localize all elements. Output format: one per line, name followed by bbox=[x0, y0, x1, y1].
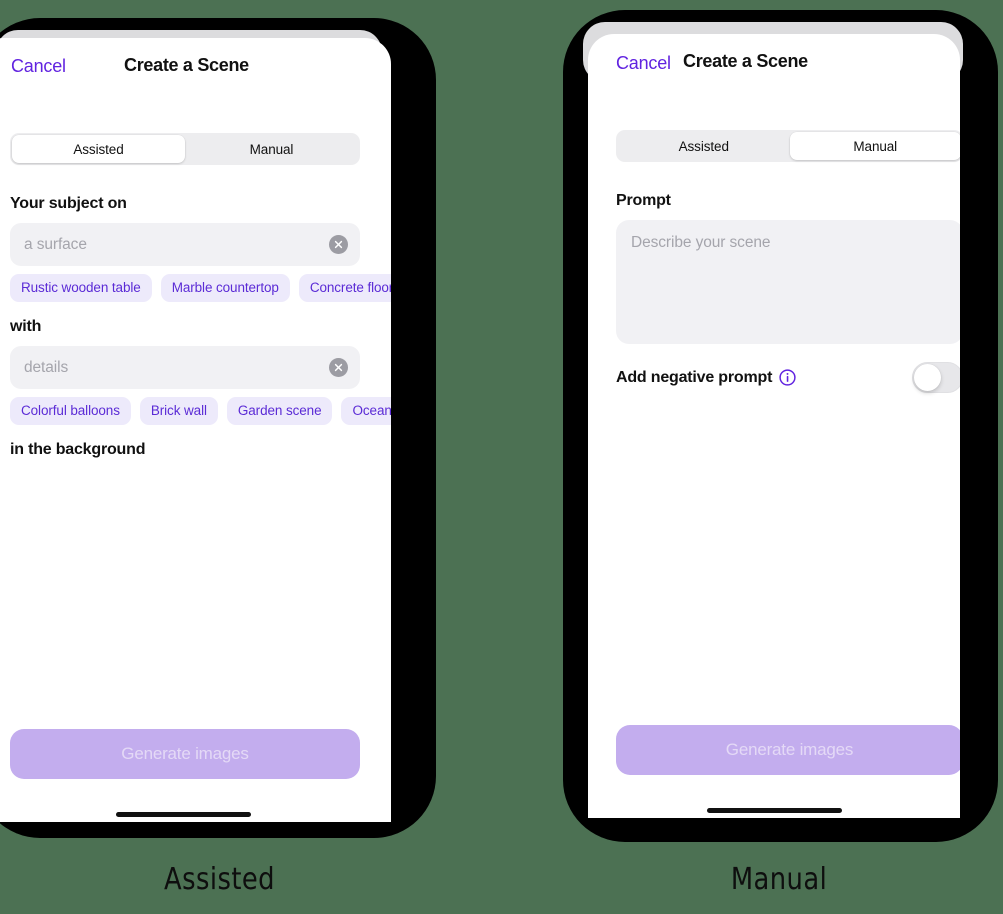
field-label-with: with bbox=[10, 318, 42, 335]
toggle-knob bbox=[914, 364, 941, 391]
chip-ocean-view[interactable]: Ocean view bbox=[341, 397, 391, 425]
generate-images-button[interactable]: Generate images bbox=[616, 725, 960, 775]
mode-segmented-control-manual[interactable]: Assisted Manual bbox=[616, 130, 960, 162]
home-indicator bbox=[116, 812, 251, 817]
chip-colorful-balloons[interactable]: Colorful balloons bbox=[10, 397, 131, 425]
field-label-background: in the background bbox=[10, 441, 146, 458]
screen-assisted: Cancel Create a Scene Assisted Manual Yo… bbox=[0, 38, 391, 822]
navbar-manual: Cancel Create a Scene bbox=[588, 34, 960, 90]
details-input[interactable] bbox=[10, 358, 329, 377]
cancel-button[interactable]: Cancel bbox=[11, 55, 66, 77]
clear-circle-icon[interactable] bbox=[329, 358, 348, 377]
prompt-textarea[interactable] bbox=[616, 220, 960, 344]
tab-assisted[interactable]: Assisted bbox=[618, 132, 790, 160]
chip-marble-countertop[interactable]: Marble countertop bbox=[160, 274, 290, 302]
tab-manual[interactable]: Manual bbox=[789, 132, 960, 160]
phone-frame-manual: Cancel Create a Scene Assisted Manual Pr… bbox=[563, 10, 998, 842]
tab-assisted[interactable]: Assisted bbox=[12, 135, 185, 163]
mode-segmented-control-assisted[interactable]: Assisted Manual bbox=[10, 133, 360, 165]
field-label-subject: Your subject on bbox=[10, 195, 127, 212]
page-title: Create a Scene bbox=[683, 51, 808, 71]
details-field[interactable] bbox=[10, 346, 360, 389]
negative-prompt-toggle[interactable] bbox=[912, 362, 960, 393]
suggestion-chips-subject[interactable]: Rustic wooden table Marble countertop Co… bbox=[10, 274, 391, 302]
chip-garden-scene[interactable]: Garden scene bbox=[226, 397, 333, 425]
chip-rustic-wooden-table[interactable]: Rustic wooden table bbox=[10, 274, 152, 302]
negative-prompt-label: Add negative prompt bbox=[616, 368, 773, 386]
clear-circle-icon[interactable] bbox=[329, 235, 348, 254]
phone-frame-assisted: Cancel Create a Scene Assisted Manual Yo… bbox=[0, 18, 436, 838]
negative-prompt-row: Add negative prompt bbox=[616, 362, 960, 393]
cancel-button[interactable]: Cancel bbox=[616, 52, 671, 74]
home-indicator bbox=[707, 808, 842, 813]
suggestion-chips-details[interactable]: Colorful balloons Brick wall Garden scen… bbox=[10, 397, 391, 425]
subject-surface-input[interactable] bbox=[10, 235, 329, 254]
navbar-assisted: Cancel Create a Scene bbox=[0, 38, 391, 94]
chip-concrete-floor[interactable]: Concrete floor bbox=[298, 274, 391, 302]
chip-brick-wall[interactable]: Brick wall bbox=[139, 397, 218, 425]
page-title: Create a Scene bbox=[124, 55, 249, 75]
tab-manual[interactable]: Manual bbox=[185, 135, 358, 163]
prompt-label: Prompt bbox=[616, 192, 671, 209]
screen-manual: Cancel Create a Scene Assisted Manual Pr… bbox=[588, 34, 960, 818]
generate-images-button[interactable]: Generate images bbox=[10, 729, 360, 779]
caption-assisted: Assisted bbox=[164, 862, 275, 897]
subject-surface-field[interactable] bbox=[10, 223, 360, 266]
caption-manual: Manual bbox=[730, 862, 828, 897]
info-circle-icon[interactable] bbox=[779, 369, 796, 386]
